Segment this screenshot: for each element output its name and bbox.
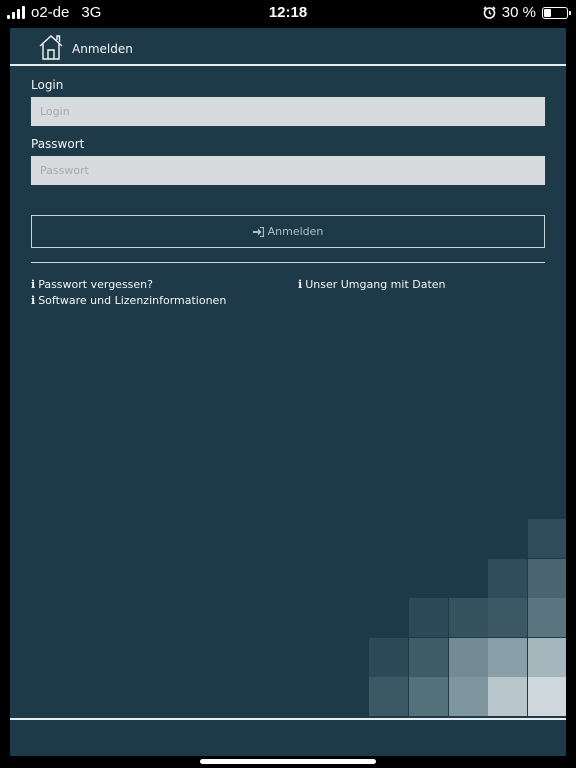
info-icon: i <box>31 278 36 291</box>
mosaic-tile <box>528 677 566 716</box>
alarm-icon <box>483 6 496 19</box>
mosaic-tile <box>528 598 566 637</box>
login-button-label: Anmelden <box>267 225 324 238</box>
mosaic-tile <box>409 638 448 677</box>
app-panel: Anmelden Login Passwort Anmelden i Passw… <box>10 28 566 756</box>
bottom-divider <box>10 718 566 720</box>
password-input[interactable] <box>31 156 545 185</box>
battery-percent: 30 % <box>501 4 536 21</box>
home-indicator[interactable] <box>200 759 376 764</box>
mosaic-tile <box>449 598 488 637</box>
data-policy-link[interactable]: i Unser Umgang mit Daten <box>298 278 446 291</box>
mosaic-tile <box>369 677 408 716</box>
mosaic-tile <box>528 559 566 598</box>
battery-icon <box>542 6 571 19</box>
mosaic-tile <box>369 638 408 677</box>
battery-fill <box>544 8 551 17</box>
mosaic-tile <box>449 638 488 677</box>
data-policy-label: Unser Umgang mit Daten <box>305 278 446 291</box>
mosaic-tile <box>488 559 527 598</box>
software-info-label: Software und Lizenzinformationen <box>38 294 227 307</box>
divider <box>31 262 545 263</box>
login-label: Login <box>31 78 64 92</box>
forgot-password-label: Passwort vergessen? <box>38 278 153 291</box>
login-button[interactable]: Anmelden <box>31 215 545 248</box>
mosaic-tile <box>449 677 488 716</box>
status-right: 30 % <box>483 4 571 21</box>
mosaic-tile <box>409 598 448 637</box>
software-info-link[interactable]: i Software und Lizenzinformationen <box>31 294 226 307</box>
nav-title: Anmelden <box>72 42 133 56</box>
status-bar: o2-de 3G 12:18 30 % <box>0 0 576 26</box>
decorative-mosaic <box>10 28 566 756</box>
mosaic-tile <box>488 638 527 677</box>
mosaic-tile <box>528 519 566 558</box>
mosaic-tile <box>488 677 527 716</box>
password-label: Passwort <box>31 137 85 151</box>
navbar: Anmelden <box>10 28 566 66</box>
sign-in-icon <box>252 226 264 237</box>
info-icon: i <box>31 294 36 307</box>
mosaic-tile <box>409 677 448 716</box>
forgot-password-link[interactable]: i Passwort vergessen? <box>31 278 153 291</box>
mosaic-tile <box>528 638 566 677</box>
home-icon[interactable] <box>37 33 65 61</box>
login-input[interactable] <box>31 97 545 126</box>
info-icon: i <box>298 278 303 291</box>
mosaic-tile <box>488 598 527 637</box>
